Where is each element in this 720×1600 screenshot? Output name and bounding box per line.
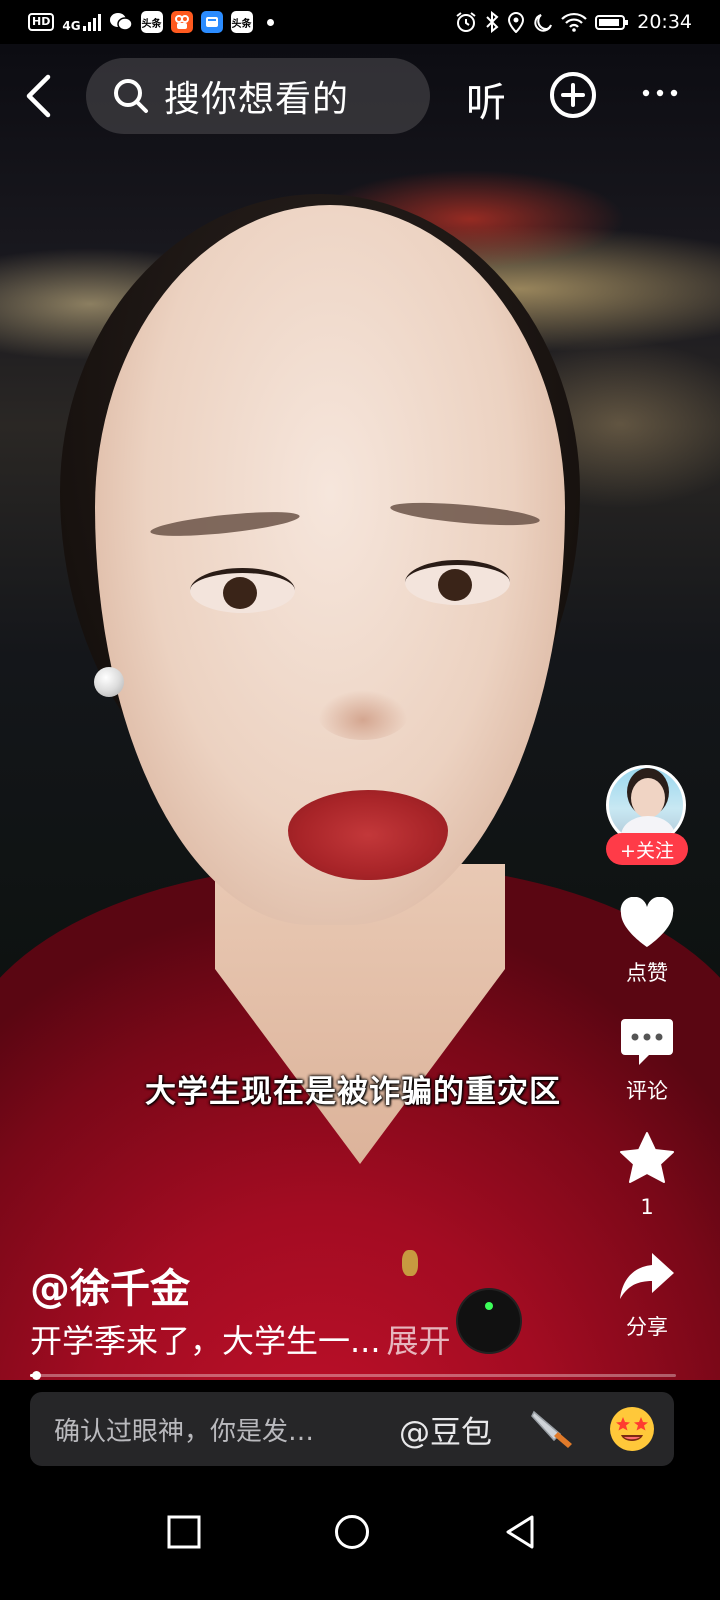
system-nav-bar [0, 1484, 720, 1600]
status-bar-left: HD 4G 头条 头条 [28, 11, 274, 33]
search-placeholder: 搜你想看的 [164, 79, 350, 120]
wifi-icon [561, 12, 588, 32]
author-name[interactable]: @徐千金 [30, 1256, 190, 1314]
video-progress-bar[interactable] [30, 1371, 676, 1380]
clock: 20:34 [637, 11, 692, 33]
do-not-disturb-moon-icon [534, 14, 553, 32]
bluetooth-icon [486, 11, 499, 33]
follow-button[interactable]: +关注 [606, 833, 688, 865]
status-bar: HD 4G 头条 头条 20:34 [0, 0, 720, 44]
star-icon [620, 1132, 674, 1183]
comment-input-bar[interactable]: 确认过眼神，你是发… @豆包 [30, 1392, 674, 1466]
video-description[interactable]: 开学季来了，大学生一... 展开 [30, 1316, 451, 1362]
favorite-count: 1 [640, 1195, 654, 1219]
more-icon [642, 89, 678, 97]
video-earring [94, 667, 124, 697]
expand-button[interactable]: 展开 [387, 1322, 451, 1360]
video-nose [318, 690, 408, 740]
hd-badge: HD [28, 13, 55, 31]
search-bar[interactable]: 搜你想看的 [86, 58, 430, 134]
search-icon [114, 79, 148, 113]
triangle-back-nav-icon [506, 1515, 534, 1549]
battery-icon [595, 14, 629, 30]
star-eyes-emoji-icon[interactable] [608, 1405, 656, 1453]
description-text: 开学季来了，大学生一... [30, 1322, 381, 1360]
like-label: 点赞 [626, 961, 668, 985]
share-button[interactable]: 分享 [600, 1251, 694, 1341]
location-icon [508, 12, 525, 33]
circle-nav-icon [335, 1515, 369, 1549]
status-bar-right: 20:34 [455, 11, 692, 33]
heart-icon [620, 896, 674, 947]
video-shirt-button [402, 1250, 418, 1276]
comment-icon [621, 1019, 673, 1065]
recents-button[interactable] [154, 1502, 214, 1562]
mention-doubao-button[interactable]: @豆包 [399, 1407, 492, 1452]
create-button[interactable] [550, 72, 596, 118]
browser-app-icon [200, 11, 223, 33]
alarm-icon [456, 12, 476, 32]
square-nav-icon [167, 1515, 201, 1549]
share-label: 分享 [626, 1315, 668, 1339]
more-notifications-dot [266, 18, 274, 26]
signal-icon [82, 13, 101, 31]
back-icon [26, 74, 51, 118]
like-button[interactable]: 点赞 [600, 896, 694, 987]
favorite-button[interactable]: 1 [600, 1131, 694, 1219]
top-bar: 搜你想看的 听 [0, 52, 720, 140]
knife-icon[interactable] [528, 1404, 578, 1454]
plus-circle-icon [561, 83, 585, 107]
network-type: 4G [62, 19, 81, 33]
toutiao-app-icon-2: 头条 [230, 11, 253, 33]
back-button[interactable] [14, 68, 62, 124]
video-eye-left [190, 568, 295, 613]
system-back-button[interactable] [490, 1502, 550, 1562]
video-eye-right [405, 560, 510, 605]
video-subtitle: 大学生现在是被诈骗的重灾区 [145, 1074, 561, 1110]
home-button[interactable] [322, 1502, 382, 1562]
kuaishou-app-icon [170, 11, 193, 33]
toutiao-app-icon: 头条 [140, 11, 163, 33]
video-lapel-mic [458, 1290, 520, 1352]
share-icon [620, 1253, 674, 1299]
more-button[interactable] [640, 70, 680, 116]
listen-button[interactable]: 听 [466, 70, 506, 128]
wechat-icon [109, 13, 133, 31]
screen: HD 4G 头条 头条 20:34 搜你想看的 听 +关注 点赞 评论 1 分享… [0, 0, 720, 1600]
comment-input-placeholder[interactable]: 确认过眼神，你是发… [54, 1411, 399, 1448]
